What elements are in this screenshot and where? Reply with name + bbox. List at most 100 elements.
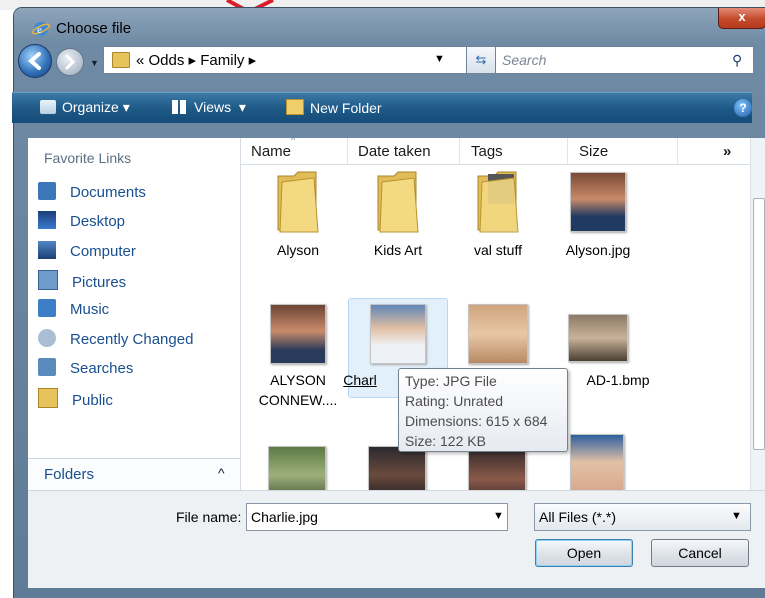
breadcrumb-family[interactable]: Family <box>200 52 244 69</box>
favorite-public[interactable]: Public <box>38 388 113 409</box>
address-prefix[interactable]: « <box>136 52 144 69</box>
favorite-label: Public <box>72 392 113 409</box>
back-button[interactable] <box>18 44 52 78</box>
tooltip-rating: Rating: Unrated <box>405 393 504 409</box>
forward-arrow-icon <box>65 54 76 70</box>
column-tags[interactable]: Tags <box>471 143 503 160</box>
computer-icon <box>38 241 56 259</box>
organize-button[interactable]: Organize ▾ <box>40 99 130 116</box>
search-input[interactable]: Search <box>502 52 546 68</box>
desktop-icon <box>38 211 56 229</box>
more-columns-icon[interactable]: » <box>723 143 731 160</box>
cancel-button[interactable]: Cancel <box>651 539 749 567</box>
column-date-taken[interactable]: Date taken <box>358 143 431 160</box>
folders-label: Folders <box>44 466 95 483</box>
breadcrumb-odds[interactable]: Odds <box>149 52 185 69</box>
favorite-label: Desktop <box>70 213 126 230</box>
file-item-image[interactable] <box>248 444 348 490</box>
folder-icon <box>112 52 130 68</box>
favorite-recently-changed[interactable]: Recently Changed <box>38 329 193 348</box>
file-name: Kids Art <box>373 242 423 258</box>
breadcrumb-separator[interactable]: ▸ <box>249 52 257 69</box>
address-dropdown-icon[interactable]: ▼ <box>434 53 445 65</box>
file-name-label: File name: <box>176 509 242 525</box>
favorite-label: Recently Changed <box>70 331 194 348</box>
breadcrumb-separator[interactable]: ▸ <box>189 52 197 69</box>
folders-toggle[interactable]: Folders ^ <box>28 458 240 491</box>
vertical-scrollbar[interactable] <box>750 138 765 490</box>
ie-icon: e <box>32 22 50 36</box>
column-divider[interactable] <box>347 138 348 164</box>
favorite-desktop[interactable]: Desktop <box>38 211 125 230</box>
file-type-filter[interactable]: All Files (*.*) ▼ <box>534 503 751 531</box>
favorite-computer[interactable]: Computer <box>38 241 136 260</box>
favorite-searches[interactable]: Searches <box>38 358 133 377</box>
image-thumbnail <box>468 450 526 490</box>
help-icon[interactable]: ? <box>734 99 752 117</box>
search-icon[interactable]: ⚲ <box>732 52 742 69</box>
column-size[interactable]: Size <box>579 143 608 160</box>
chevron-down-icon[interactable]: ▼ <box>493 510 504 522</box>
file-name: Alyson <box>276 242 320 258</box>
favorite-links-heading: Favorite Links <box>44 150 132 166</box>
tooltip-size: Size: 122 KB <box>405 433 486 449</box>
file-item-kids-art-folder[interactable]: Kids Art <box>348 170 448 270</box>
image-thumbnail <box>270 304 326 364</box>
folder-icon <box>277 171 319 233</box>
chevron-down-icon: ▼ <box>731 510 742 522</box>
file-info-tooltip: Type: JPG File Rating: Unrated Dimension… <box>398 368 568 452</box>
favorite-label: Computer <box>70 243 136 260</box>
column-divider[interactable] <box>567 138 568 164</box>
navigation-pane: Favorite Links Documents Desktop Compute… <box>28 138 241 491</box>
file-name: val stuff <box>474 242 522 258</box>
file-name: Charl <box>343 372 377 388</box>
new-folder-label: New Folder <box>310 100 382 116</box>
image-thumbnail <box>368 446 426 490</box>
file-name: AD-1.bmp <box>586 372 650 388</box>
column-headers: Name ^ Date taken Tags Size » <box>241 135 751 165</box>
forward-button[interactable] <box>56 48 84 76</box>
new-folder-button[interactable]: New Folder <box>286 99 382 116</box>
file-name-value: Charlie.jpg <box>251 509 318 525</box>
back-arrow-icon <box>27 52 41 70</box>
image-thumbnail <box>570 434 624 490</box>
svg-text:e: e <box>37 24 42 36</box>
file-type-value: All Files (*.*) <box>539 509 617 525</box>
file-item-alyson-jpg[interactable]: Alyson.jpg <box>548 170 648 270</box>
file-item-alyson-connew[interactable]: ALYSON CONNEW.... <box>248 300 348 420</box>
tooltip-type: Type: JPG File <box>405 373 497 389</box>
views-icon <box>172 100 188 114</box>
refresh-button[interactable]: ⇆ <box>466 46 496 74</box>
history-dropdown-icon[interactable]: ▼ <box>90 58 99 68</box>
column-divider[interactable] <box>459 138 460 164</box>
music-icon <box>38 299 56 317</box>
file-item-val-stuff-folder[interactable]: val stuff <box>448 170 548 270</box>
favorite-label: Music <box>70 301 110 318</box>
new-folder-icon <box>286 99 304 115</box>
image-thumbnail <box>268 446 326 490</box>
views-label: Views <box>194 99 232 115</box>
recently-changed-icon <box>38 329 56 347</box>
scrollbar-thumb[interactable] <box>753 198 765 450</box>
tooltip-dimensions: Dimensions: 615 x 684 <box>405 413 548 429</box>
favorite-music[interactable]: Music <box>38 299 109 318</box>
close-button[interactable]: x <box>718 8 765 29</box>
file-item-alyson-folder[interactable]: Alyson <box>248 170 348 270</box>
image-thumbnail <box>370 304 426 364</box>
pictures-icon <box>38 270 58 290</box>
file-name-field[interactable]: Charlie.jpg ▼ <box>246 503 508 531</box>
favorite-documents[interactable]: Documents <box>38 182 146 201</box>
sort-ascending-icon: ^ <box>291 135 296 145</box>
chevron-up-icon: ^ <box>218 465 225 481</box>
search-box[interactable]: Search ⚲ <box>495 46 754 74</box>
address-bar[interactable]: « Odds ▸ Family ▸ ▼ <box>103 46 467 74</box>
column-divider[interactable] <box>677 138 678 164</box>
command-bar: Organize ▾ Views ▾ New Folder ? <box>12 92 752 123</box>
views-button[interactable]: Views ▾ <box>172 99 246 116</box>
column-name[interactable]: Name <box>251 143 291 160</box>
favorite-label: Pictures <box>72 274 127 291</box>
image-thumbnail <box>468 304 528 364</box>
favorite-pictures[interactable]: Pictures <box>38 270 126 291</box>
image-thumbnail <box>568 314 628 362</box>
open-button[interactable]: Open <box>535 539 633 567</box>
